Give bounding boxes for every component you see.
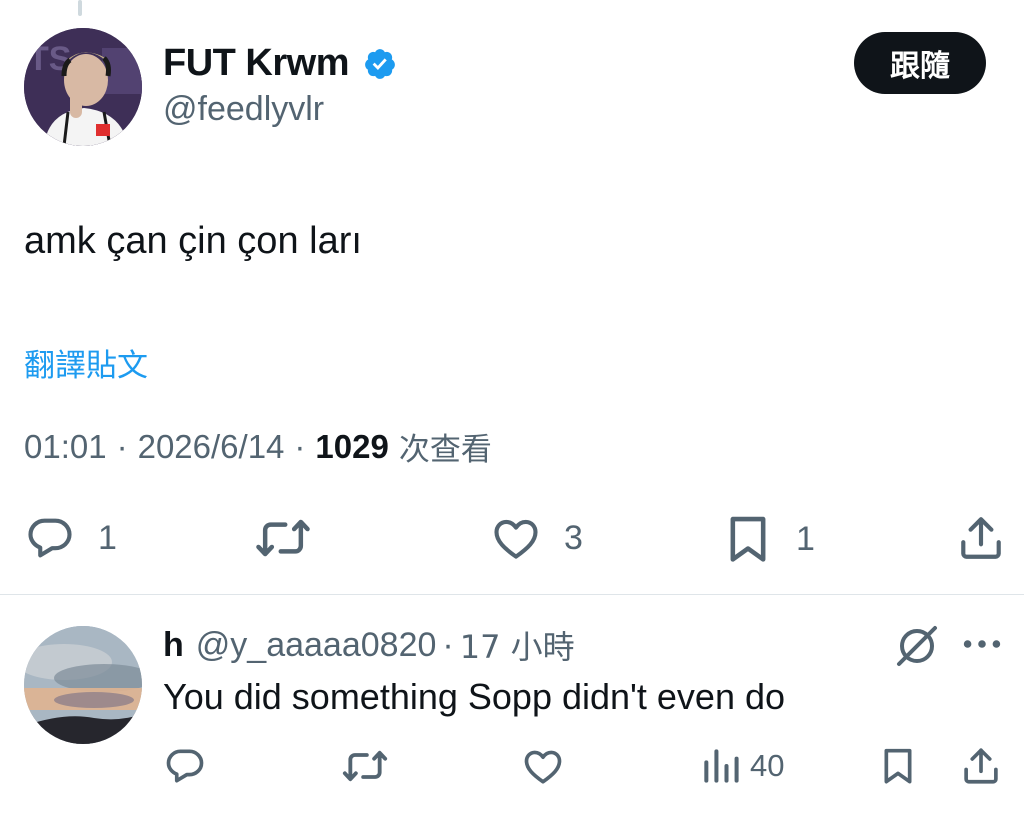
reply-count: 1 — [98, 518, 117, 557]
grok-icon — [897, 626, 937, 666]
meta-separator: · — [294, 427, 306, 465]
author-name[interactable]: FUT Krwm — [163, 42, 397, 85]
bookmark-icon — [730, 516, 766, 562]
reply-button[interactable]: 1 — [24, 512, 117, 564]
reply-time[interactable]: 17 小時 — [460, 622, 575, 668]
reply-views-count: 40 — [750, 748, 785, 783]
author-avatar[interactable]: TS — [24, 28, 142, 146]
reply-reply-button[interactable] — [163, 744, 207, 788]
reply-author-name[interactable]: h — [163, 626, 184, 665]
heart-icon — [494, 519, 538, 559]
like-button[interactable]: 3 — [490, 512, 583, 564]
bookmark-button[interactable]: 1 — [722, 512, 815, 566]
reply-separator: · — [442, 625, 454, 664]
meta-separator: · — [116, 427, 128, 465]
reply-author-avatar[interactable] — [24, 626, 142, 744]
reply-bookmark-button[interactable] — [878, 744, 918, 788]
reply-text: You did something Sopp didn't even do — [163, 676, 786, 717]
tweet-meta: 01:01 · 2026/6/14 · 1029 次查看 — [24, 424, 492, 469]
tweet-date[interactable]: 2026/6/14 — [138, 428, 285, 466]
follow-button[interactable]: 跟隨 — [854, 32, 986, 94]
views-count[interactable]: 1029 — [315, 428, 388, 466]
retweet-button[interactable] — [254, 510, 312, 566]
more-icon — [963, 640, 1001, 648]
heart-icon — [524, 750, 562, 784]
reply-icon — [166, 749, 204, 783]
retweet-icon — [256, 519, 310, 557]
bookmark-count: 1 — [796, 519, 815, 558]
tweet-text: amk çan çin çon ları — [24, 220, 362, 262]
reply-author-handle[interactable]: @y_aaaaa0820 — [196, 626, 437, 665]
tweet-time[interactable]: 01:01 — [24, 428, 107, 466]
reply-share-button[interactable] — [960, 744, 1002, 788]
author-name-text[interactable]: FUT Krwm — [163, 42, 350, 85]
share-icon — [964, 748, 998, 784]
author-handle[interactable]: @feedlyvlr — [163, 90, 324, 129]
translate-post-link[interactable]: 翻譯貼文 — [24, 340, 148, 385]
reply-icon — [28, 518, 72, 558]
grok-button[interactable] — [893, 622, 941, 675]
reply-like-button[interactable] — [521, 744, 565, 788]
reply-views-button[interactable]: 40 — [702, 744, 784, 788]
reply-header: h @y_aaaaa0820 · 17 小時 — [163, 622, 575, 668]
share-button[interactable] — [956, 512, 1006, 564]
share-icon — [961, 517, 1001, 559]
section-divider — [0, 594, 1024, 595]
reply-retweet-button[interactable] — [341, 744, 389, 788]
views-label: 次查看 — [398, 432, 492, 468]
retweet-icon — [342, 750, 388, 782]
views-chart-icon — [704, 749, 739, 783]
thread-connector-line — [78, 0, 82, 16]
more-options-button[interactable] — [960, 626, 1004, 667]
verified-badge-icon — [365, 48, 395, 79]
bookmark-icon — [884, 748, 912, 784]
like-count: 3 — [564, 518, 583, 557]
